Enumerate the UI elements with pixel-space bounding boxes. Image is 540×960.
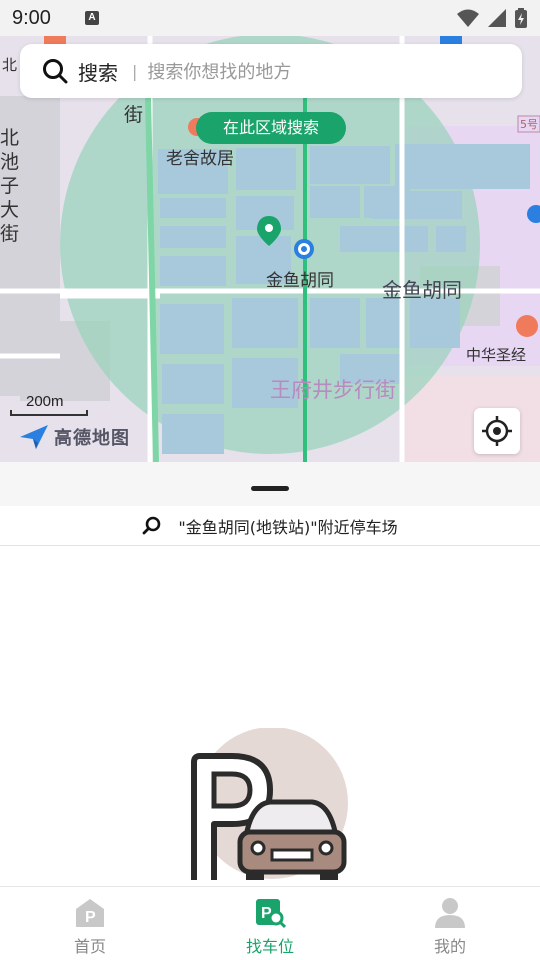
find-parking-icon: P bbox=[256, 899, 286, 929]
amap-logo: 高德地图 bbox=[18, 422, 130, 452]
search-bar[interactable]: 搜索 | 搜索你想找的地方 bbox=[20, 44, 522, 98]
map-label-jinyu-road: 金鱼胡同 bbox=[382, 278, 462, 302]
map-label-wangfujing: 王府井步行街 bbox=[270, 378, 396, 402]
search-input[interactable]: 搜索你想找的地方 bbox=[147, 58, 291, 84]
map-label-bei-street: 北池子大街 bbox=[0, 127, 20, 245]
drag-handle[interactable] bbox=[251, 486, 289, 491]
app-screen: 9:00 A 老舍故居 金鱼胡同 金鱼胡同 王府井步行街 中华圣经 北池子大街 … bbox=[0, 0, 540, 960]
status-time: 9:00 bbox=[12, 6, 51, 29]
tab-profile-label: 我的 bbox=[433, 937, 466, 956]
amap-arrow-icon bbox=[20, 425, 48, 449]
amap-logo-text: 高德地图 bbox=[54, 428, 130, 449]
empty-parking-illustration bbox=[186, 728, 356, 880]
map-label-jie: 街 bbox=[124, 104, 144, 126]
locate-me-button[interactable] bbox=[474, 408, 520, 454]
map-scale: 200m bbox=[10, 393, 90, 419]
map-label-jinyu-station: 金鱼胡同 bbox=[266, 271, 334, 291]
tab-home-label: 首页 bbox=[73, 937, 106, 956]
tab-find-parking[interactable]: P 找车位 bbox=[180, 887, 360, 960]
bottom-tab-bar: P 首页 P 找车位 我的 bbox=[0, 886, 540, 960]
crosshair-icon bbox=[482, 416, 512, 446]
map-label-zhonghua: 中华圣经 bbox=[466, 346, 527, 364]
wifi-icon bbox=[457, 9, 479, 27]
map-label-bei-top: 北 bbox=[2, 56, 18, 74]
tab-home[interactable]: P 首页 bbox=[0, 887, 180, 960]
search-small-icon bbox=[142, 516, 161, 534]
svg-text:P: P bbox=[85, 909, 96, 926]
signal-icon bbox=[488, 9, 506, 27]
profile-icon bbox=[435, 898, 465, 928]
tab-find-parking-label: 找车位 bbox=[245, 937, 294, 956]
nearby-parking-title: "金鱼胡同(地铁站)"附近停车场 bbox=[178, 517, 398, 537]
map-label-route-badge: 5号 bbox=[520, 118, 538, 131]
search-divider: | bbox=[132, 61, 138, 81]
nearby-parking-header: "金鱼胡同(地铁站)"附近停车场 bbox=[0, 506, 540, 546]
status-bar: 9:00 A bbox=[0, 0, 540, 36]
map-scale-bar bbox=[10, 410, 88, 416]
search-this-area-button[interactable]: 在此区域搜索 bbox=[196, 112, 346, 144]
map-scale-text: 200m bbox=[26, 393, 64, 410]
search-label: 搜索 bbox=[78, 60, 118, 85]
bottom-sheet-header[interactable] bbox=[0, 462, 540, 506]
search-icon bbox=[43, 59, 68, 84]
tab-profile[interactable]: 我的 bbox=[360, 887, 540, 960]
home-parking-icon: P bbox=[76, 899, 104, 927]
status-icons bbox=[456, 7, 528, 29]
notification-icon: A bbox=[84, 11, 99, 25]
battery-icon bbox=[515, 8, 527, 28]
map-label-laoshe: 老舍故居 bbox=[166, 149, 234, 169]
